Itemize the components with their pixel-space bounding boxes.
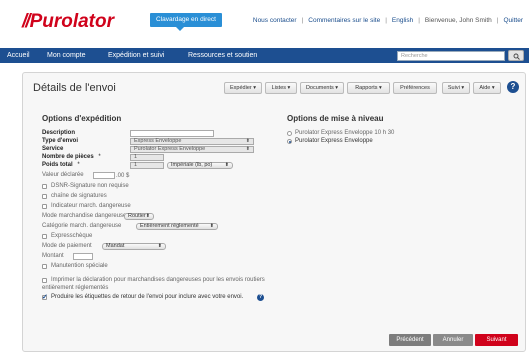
- utility-links: Nous contacter | Commentaires sur le sit…: [253, 17, 523, 24]
- upgrade-options-title: Options de mise à niveau: [287, 114, 384, 123]
- payment-method-label: Mode de paiement: [42, 243, 92, 249]
- search-button[interactable]: [508, 50, 524, 61]
- search-input[interactable]: Recherche: [397, 51, 505, 61]
- top-bar: // Purolator Clavardage en direct Nous c…: [0, 0, 529, 37]
- logout-link[interactable]: Quitter: [503, 17, 523, 24]
- nav-shipping-tracking[interactable]: Expédition et suivi: [108, 48, 164, 63]
- shipment-type-select[interactable]: Express Enveloppe ⬍: [130, 138, 254, 145]
- updown-arrow-icon: ⬍: [245, 138, 250, 144]
- declared-value-suffix: .00 $: [116, 173, 130, 179]
- cancel-button[interactable]: Annuler: [433, 334, 473, 346]
- upgrade-option-radio-standard[interactable]: [287, 139, 292, 144]
- upgrade-option-label-1030: Purolator Express Enveloppe 10 h 30: [295, 130, 395, 136]
- pieces-label-text: Nombre de pièces: [42, 154, 94, 160]
- special-handling-checkbox[interactable]: [42, 264, 47, 269]
- amount-label: Montant: [42, 253, 64, 259]
- weight-unit-select[interactable]: Impériale (lb, po) ⬍: [167, 162, 233, 169]
- service-label: Service: [42, 146, 64, 152]
- dangerous-mode-label: Mode marchandise dangereuse: [42, 213, 127, 219]
- tab-documents[interactable]: Documents ▾: [300, 82, 344, 94]
- dsnr-label: DSNR-Signature non requise: [51, 183, 129, 189]
- feedback-link[interactable]: Commentaires sur le site: [308, 17, 380, 24]
- purolator-logo[interactable]: // Purolator: [22, 11, 114, 33]
- pieces-input[interactable]: 1: [130, 154, 164, 161]
- description-label: Description: [42, 130, 76, 136]
- live-chat-button[interactable]: Clavardage en direct: [150, 13, 222, 31]
- dangerous-mode-value: Routier: [128, 213, 146, 219]
- separator: |: [385, 17, 387, 24]
- nav-home[interactable]: Accueil: [7, 48, 30, 63]
- return-labels-help-icon[interactable]: ?: [257, 294, 264, 301]
- upgrade-option-label-standard: Purolator Express Enveloppe: [295, 138, 373, 144]
- declared-value-label: Valeur déclarée: [42, 172, 84, 178]
- signature-chain-label: chaîne de signatures: [51, 193, 107, 199]
- separator: |: [496, 17, 499, 24]
- dangerous-category-select[interactable]: Entièrement réglementé ⬍: [136, 223, 218, 230]
- help-icon[interactable]: ?: [507, 81, 519, 93]
- signature-chain-checkbox[interactable]: [42, 194, 47, 199]
- dangerous-mode-select[interactable]: Routier ⬍: [124, 213, 154, 220]
- expresscheque-label: Expresschèque: [51, 233, 93, 239]
- weight-unit-value: Impériale (lb, po): [171, 162, 213, 168]
- separator: |: [301, 17, 304, 24]
- special-handling-label: Manutention spéciale: [51, 263, 108, 269]
- dangerous-goods-checkbox[interactable]: [42, 204, 47, 209]
- declared-value-input[interactable]: [93, 172, 115, 179]
- search-icon: [513, 53, 520, 60]
- payment-method-select[interactable]: Mandat ⬍: [102, 243, 166, 250]
- return-labels-checkbox[interactable]: [42, 293, 48, 301]
- tab-ship[interactable]: Expédier ▾: [224, 82, 262, 94]
- logo-text: Purolator: [29, 11, 115, 32]
- language-link[interactable]: English: [392, 17, 413, 24]
- nav-resources-support[interactable]: Ressources et soutien: [188, 48, 257, 63]
- weight-input[interactable]: 1: [130, 162, 164, 169]
- dangerous-category-label: Catégorie march. dangereuse: [42, 223, 122, 229]
- tab-tracking[interactable]: Suivi ▾: [442, 82, 470, 94]
- logo-mark-icon: //: [22, 11, 30, 32]
- updown-arrow-icon: ⬍: [209, 223, 214, 229]
- service-value: Purolator Express Enveloppe: [134, 146, 206, 152]
- description-input[interactable]: [130, 130, 214, 137]
- pieces-label: Nombre de pièces *: [42, 154, 101, 160]
- weight-label: Poids total *: [42, 162, 80, 168]
- main-nav: Accueil Mon compte Expédition et suivi R…: [0, 48, 529, 63]
- shipping-options-title: Options d'expédition: [42, 114, 122, 123]
- updown-arrow-icon: ⬍: [145, 213, 150, 219]
- nav-my-account[interactable]: Mon compte: [47, 48, 86, 63]
- shipment-type-label: Type d'envoi: [42, 138, 78, 144]
- contact-link[interactable]: Nous contacter: [253, 17, 297, 24]
- print-declaration-label: Imprimer la déclaration pour marchandise…: [51, 277, 265, 283]
- amount-input[interactable]: [73, 253, 93, 260]
- dsnr-checkbox[interactable]: [42, 184, 47, 189]
- welcome-text: Bienvenue, John Smith: [424, 17, 492, 24]
- page-title: Détails de l'envoi: [33, 82, 116, 94]
- upgrade-option-radio-1030[interactable]: [287, 131, 292, 136]
- tab-reports[interactable]: Rapports ▾: [347, 82, 390, 94]
- required-mark: *: [77, 162, 80, 168]
- next-button[interactable]: Suivant: [475, 334, 518, 346]
- tab-help[interactable]: Aide ▾: [473, 82, 501, 94]
- print-declaration-checkbox[interactable]: [42, 278, 47, 283]
- separator: |: [418, 17, 420, 24]
- service-select[interactable]: Purolator Express Enveloppe ⬍: [130, 146, 254, 153]
- return-labels-label: Produire les étiquettes de retour de l'e…: [51, 294, 244, 300]
- dangerous-category-value: Entièrement réglementé: [140, 223, 199, 229]
- expresscheque-checkbox[interactable]: [42, 234, 47, 239]
- updown-arrow-icon: ⬍: [245, 146, 250, 152]
- previous-button[interactable]: Précédent: [389, 334, 431, 346]
- required-mark: *: [98, 154, 101, 160]
- tab-preferences[interactable]: Préférences: [393, 82, 437, 94]
- shipment-type-value: Express Enveloppe: [134, 138, 182, 144]
- updown-arrow-icon: ⬍: [157, 243, 162, 249]
- print-declaration-label-line2: entièrement réglementés: [42, 285, 109, 291]
- tab-lists[interactable]: Listes ▾: [265, 82, 297, 94]
- payment-method-value: Mandat: [106, 243, 125, 249]
- dangerous-goods-label: Indicateur march. dangereuse: [51, 203, 131, 209]
- weight-label-text: Poids total: [42, 162, 73, 168]
- updown-arrow-icon: ⬍: [224, 162, 229, 168]
